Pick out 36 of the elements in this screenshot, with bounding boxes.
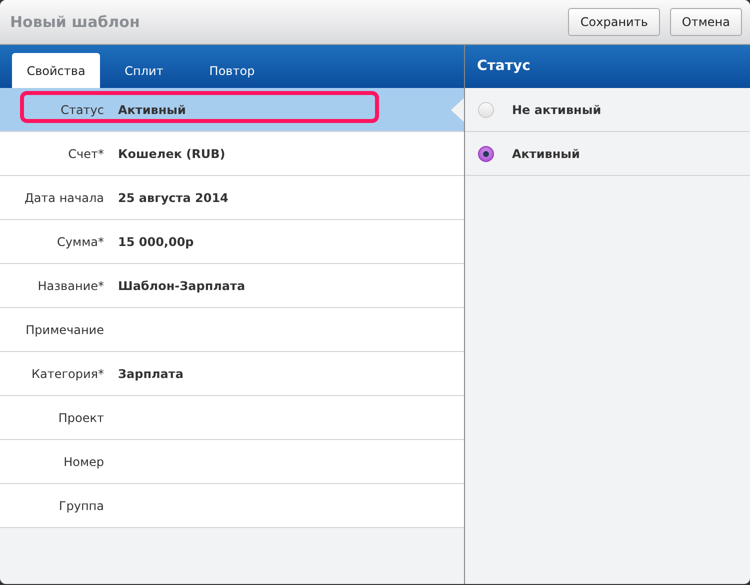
window-title: Новый шаблон — [10, 13, 140, 31]
form-row[interactable]: Категория* Зарплата — [0, 352, 464, 396]
field-label: Сумма* — [56, 234, 104, 248]
form-row[interactable]: Группа — [0, 484, 464, 528]
panel-title: Статус — [477, 57, 532, 76]
field-value: Кошелек (RUB) — [118, 146, 226, 160]
field-label: Проект — [57, 410, 104, 424]
field-label: Группа — [58, 498, 104, 512]
field-label: Номер — [62, 454, 104, 468]
form-row[interactable]: Название* Шаблон-Зарплата — [0, 264, 464, 308]
cancel-button[interactable]: Отмена — [670, 8, 742, 36]
field-value: 15 000,00р — [118, 234, 194, 248]
option-label[interactable]: Активный — [512, 146, 580, 160]
field-value: Зарплата — [118, 366, 184, 380]
field-value: 25 августа 2014 — [118, 190, 228, 204]
tab[interactable]: Сплит — [100, 53, 188, 88]
field-label: Дата начала — [23, 190, 104, 204]
field-value: Активный — [118, 102, 186, 116]
form-row[interactable]: Номер — [0, 440, 464, 484]
field-value: Шаблон-Зарплата — [118, 278, 246, 292]
radio-button[interactable] — [478, 146, 494, 162]
form-row[interactable]: Проект — [0, 396, 464, 440]
field-label: Примечание — [24, 322, 104, 336]
form-row[interactable]: Дата начала 25 августа 2014 — [0, 176, 464, 220]
form-row[interactable]: Статус Активный — [0, 88, 464, 132]
tab[interactable]: Свойства — [12, 53, 100, 88]
field-label: Категория* — [30, 366, 104, 380]
field-label: Счет* — [67, 146, 104, 160]
save-button[interactable]: Сохранить — [568, 8, 660, 36]
field-label: Статус — [60, 102, 104, 116]
form-row[interactable]: Примечание — [0, 308, 464, 352]
tab[interactable]: Повтор — [188, 53, 276, 88]
form-row[interactable]: Сумма* 15 000,00р — [0, 220, 464, 264]
form-row[interactable]: Счет* Кошелек (RUB) — [0, 132, 464, 176]
option-label[interactable]: Не активный — [512, 102, 602, 116]
field-label: Название* — [36, 278, 104, 292]
